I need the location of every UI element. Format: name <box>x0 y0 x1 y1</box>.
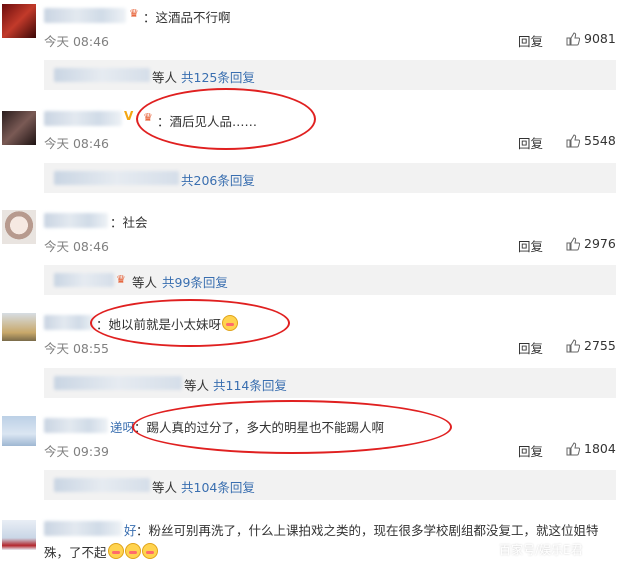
thumbs-up-icon <box>566 236 580 250</box>
sub-reply-text: 等人 <box>152 70 178 85</box>
comment-text: ：社会 <box>110 215 148 230</box>
like-button[interactable]: 5548 <box>566 133 616 148</box>
comment-time: 今天 08:55 <box>44 341 109 356</box>
reply-button[interactable]: 回复 <box>518 236 543 255</box>
username-tail[interactable]: 递呀 <box>110 417 135 436</box>
comment-time: 今天 09:39 <box>44 444 109 459</box>
reply-button[interactable]: 回复 <box>518 338 543 357</box>
emoji-icon <box>222 315 239 331</box>
like-count: 5548 <box>584 133 616 148</box>
reply-button[interactable]: 回复 <box>518 441 543 460</box>
sub-reply-link[interactable]: 共206条回复 <box>181 170 255 189</box>
crown-badge-icon: ♛ <box>116 273 126 286</box>
vip-v-icon: V <box>124 109 134 123</box>
username-blurred[interactable] <box>44 213 108 228</box>
sub-replies[interactable]: 等人 共114条回复 <box>44 368 616 398</box>
sub-reply-users-blurred <box>54 376 182 390</box>
sub-reply-link[interactable]: 共114条回复 <box>213 375 287 394</box>
emoji-icon <box>107 543 124 559</box>
avatar[interactable] <box>2 210 36 244</box>
like-button[interactable]: 2755 <box>566 338 616 353</box>
comment-text: ：踢人真的过分了，多大的明星也不能踢人啊 <box>134 420 385 435</box>
avatar[interactable] <box>2 416 36 446</box>
sub-reply-link[interactable]: 共125条回复 <box>181 67 255 86</box>
like-button[interactable]: 2976 <box>566 236 616 251</box>
username-blurred[interactable] <box>44 315 94 330</box>
sub-reply-text: 等人 <box>152 480 178 495</box>
comment-text-line1: ：粉丝可别再洗了，什么上课拍戏之类的，现在很多学校剧组都没复工，就这位姐特 <box>136 523 599 538</box>
sub-replies[interactable]: 共206条回复 <box>44 163 616 193</box>
sub-replies[interactable]: 等人 共104条回复 <box>44 470 616 500</box>
username-tail[interactable]: 好 <box>124 520 137 539</box>
thumbs-up-icon <box>566 441 580 455</box>
sub-reply-text: 等人 <box>184 378 210 393</box>
username-blurred[interactable] <box>44 418 108 433</box>
like-count: 2755 <box>584 338 616 353</box>
comment-time: 今天 08:46 <box>44 136 109 151</box>
sub-reply-link[interactable]: 共99条回复 <box>162 272 228 291</box>
sub-replies[interactable]: 等人 共125条回复 <box>44 60 616 90</box>
avatar[interactable] <box>2 111 36 145</box>
thumbs-up-icon <box>566 338 580 352</box>
sub-reply-text: 等人 <box>132 275 158 290</box>
avatar[interactable] <box>2 4 36 38</box>
sub-reply-users-blurred <box>54 68 150 82</box>
sub-reply-link[interactable]: 共104条回复 <box>181 477 255 496</box>
comment-text: ：酒后见人品…… <box>157 114 258 129</box>
like-count: 2976 <box>584 236 616 251</box>
sub-reply-users-blurred <box>54 478 150 492</box>
username-blurred[interactable] <box>44 111 122 126</box>
like-button[interactable]: 9081 <box>566 31 616 46</box>
crown-badge-icon: ♛ <box>129 7 139 20</box>
sub-reply-users-blurred <box>54 273 114 287</box>
avatar[interactable] <box>2 313 36 341</box>
username-blurred[interactable] <box>44 521 122 536</box>
like-button[interactable]: 1804 <box>566 441 616 456</box>
thumbs-up-icon <box>566 133 580 147</box>
comment-text: ：她以前就是小太妹呀 <box>96 314 239 333</box>
comment-time: 今天 08:46 <box>44 34 109 49</box>
like-count: 9081 <box>584 31 616 46</box>
comment-text-line2: 殊，了不起 <box>44 542 158 561</box>
reply-button[interactable]: 回复 <box>518 133 543 152</box>
comment-text: ：这酒品不行啊 <box>143 10 231 25</box>
avatar[interactable] <box>2 520 36 550</box>
emoji-icon <box>141 543 158 559</box>
like-count: 1804 <box>584 441 616 456</box>
sub-replies[interactable]: ♛ 等人 共99条回复 <box>44 265 616 295</box>
reply-button[interactable]: 回复 <box>518 31 543 50</box>
emoji-icon <box>124 543 141 559</box>
thumbs-up-icon <box>566 31 580 45</box>
watermark: 百家号/娱乐E君 <box>499 543 583 557</box>
comment-time: 今天 08:46 <box>44 239 109 254</box>
crown-badge-icon: ♛ <box>143 111 153 124</box>
sub-reply-users-blurred <box>54 171 179 185</box>
username-blurred[interactable] <box>44 8 126 23</box>
